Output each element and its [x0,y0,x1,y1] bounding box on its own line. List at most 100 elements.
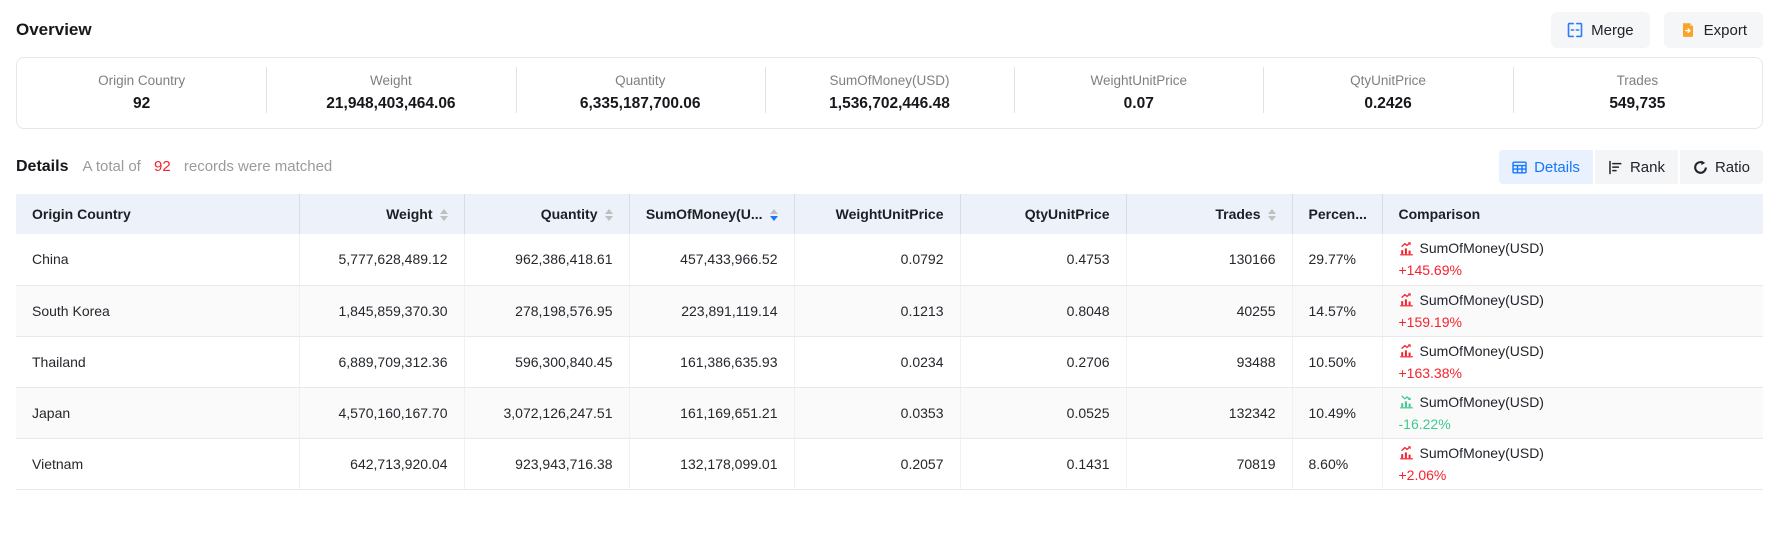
cell-percent: 10.50% [1292,336,1382,387]
cell-quantity: 278,198,576.95 [464,285,629,336]
comparison-label: SumOfMoney(USD) [1420,290,1544,310]
stat-value: 6,335,187,700.06 [524,95,757,113]
stat-value: 1,536,702,446.48 [773,95,1006,113]
merge-icon [1567,22,1583,38]
cell-weight: 4,570,160,167.70 [299,387,464,438]
cell-weight-unit-price: 0.0792 [794,234,960,285]
export-icon [1680,22,1696,38]
cell-qty-unit-price: 0.2706 [960,336,1126,387]
match-suffix: records were matched [184,158,332,175]
stat-label: Trades [1521,73,1754,88]
top-header-row: Overview Merge [16,10,1763,50]
tab-rank[interactable]: Rank [1595,150,1678,184]
column-header-percent: Percen... [1292,194,1382,234]
table-row-south-korea: South Korea1,845,859,370.30278,198,576.9… [16,285,1763,336]
stat-value: 21,948,403,464.06 [274,95,507,113]
column-header-weight[interactable]: Weight [299,194,464,234]
column-header-label: Weight [386,206,432,222]
overview-stat-weightunitprice: WeightUnitPrice0.07 [1014,71,1263,115]
view-tab-group: Details Rank Ratio [1499,150,1763,184]
cell-comparison: SumOfMoney(USD)+2.06% [1382,438,1763,489]
overview-stat-sumofmoney-usd: SumOfMoney(USD) 1,536,702,446.48 [765,71,1014,115]
cell-weight: 5,777,628,489.12 [299,234,464,285]
cell-weight: 642,713,920.04 [299,438,464,489]
column-header-trades[interactable]: Trades [1126,194,1292,234]
cell-country: Vietnam [16,438,299,489]
overview-stat-qtyunitprice: QtyUnitPrice 0.2426 [1263,71,1512,115]
comparison-metric: SumOfMoney(USD) [1399,341,1748,361]
cell-qty-unit-price: 0.8048 [960,285,1126,336]
cell-weight-unit-price: 0.0353 [794,387,960,438]
table-row-thailand: Thailand6,889,709,312.36596,300,840.4516… [16,336,1763,387]
merge-button[interactable]: Merge [1551,12,1650,48]
export-button[interactable]: Export [1664,12,1763,48]
cell-weight: 1,845,859,370.30 [299,285,464,336]
table-row-japan: Japan4,570,160,167.703,072,126,247.51161… [16,387,1763,438]
cell-comparison: SumOfMoney(USD)+163.38% [1382,336,1763,387]
chart-down-icon [1399,394,1414,409]
comparison-metric: SumOfMoney(USD) [1399,290,1748,310]
cell-weight-unit-price: 0.2057 [794,438,960,489]
cell-quantity: 3,072,126,247.51 [464,387,629,438]
cell-country: China [16,234,299,285]
cell-sum-of-money: 132,178,099.01 [629,438,794,489]
chart-up-icon [1399,241,1414,256]
column-header-label: Quantity [541,206,598,222]
cell-weight: 6,889,709,312.36 [299,336,464,387]
tab-label: Rank [1630,159,1665,176]
table-body: China5,777,628,489.12962,386,418.61457,4… [16,234,1763,489]
details-table: Origin Country Weight Quantity SumOfMoney(U… [16,194,1763,490]
column-header-quantity[interactable]: Quantity [464,194,629,234]
cell-sum-of-money: 161,386,635.93 [629,336,794,387]
cell-country: Japan [16,387,299,438]
overview-stat-quantity: Quantity6,335,187,700.06 [516,71,765,115]
cell-trades: 93488 [1126,336,1292,387]
tab-ratio[interactable]: Ratio [1680,150,1763,184]
cell-comparison: SumOfMoney(USD)-16.22% [1382,387,1763,438]
stat-label: SumOfMoney(USD) [773,73,1006,88]
cell-comparison: SumOfMoney(USD)+159.19% [1382,285,1763,336]
cell-sum-of-money: 223,891,119.14 [629,285,794,336]
overview-stats-card: Origin Country92Weight21,948,403,464.06Q… [16,57,1763,129]
comparison-change: +163.38% [1399,363,1748,383]
rank-icon [1608,160,1623,175]
column-header-label: WeightUnitPrice [836,206,944,222]
page: Overview Merge [0,0,1779,490]
stat-value: 549,735 [1521,95,1754,113]
overview-stat-trades: Trades 549,735 [1513,71,1762,115]
cell-trades: 40255 [1126,285,1292,336]
table-header-row: Origin Country Weight Quantity SumOfMoney(U… [16,194,1763,234]
stat-label: Weight [274,73,507,88]
cell-percent: 10.49% [1292,387,1382,438]
column-header-label: Origin Country [32,206,131,222]
table-row-vietnam: Vietnam642,713,920.04923,943,716.38132,1… [16,438,1763,489]
cell-quantity: 962,386,418.61 [464,234,629,285]
chart-up-icon [1399,445,1414,460]
sort-carets-icon[interactable] [440,209,448,221]
sort-carets-icon[interactable] [770,209,778,221]
sort-carets-icon[interactable] [605,209,613,221]
comparison-label: SumOfMoney(USD) [1420,341,1544,361]
column-header-label: SumOfMoney(U... [646,206,763,222]
column-header-sum-of-money[interactable]: SumOfMoney(U... [629,194,794,234]
sort-carets-icon[interactable] [1268,209,1276,221]
table-row-china: China5,777,628,489.12962,386,418.61457,4… [16,234,1763,285]
column-header-country: Origin Country [16,194,299,234]
column-header-weight-unit-price: WeightUnitPrice [794,194,960,234]
column-header-label: QtyUnitPrice [1025,206,1110,222]
stat-label: QtyUnitPrice [1271,73,1504,88]
comparison-metric: SumOfMoney(USD) [1399,443,1748,463]
comparison-metric: SumOfMoney(USD) [1399,238,1748,258]
cell-percent: 8.60% [1292,438,1382,489]
stat-value: 0.2426 [1271,95,1504,113]
cell-percent: 29.77% [1292,234,1382,285]
comparison-label: SumOfMoney(USD) [1420,392,1544,412]
comparison-metric: SumOfMoney(USD) [1399,392,1748,412]
stat-label: WeightUnitPrice [1022,73,1255,88]
match-summary: A total of 92 records were matched [82,158,332,175]
comparison-label: SumOfMoney(USD) [1420,238,1544,258]
page-title: Overview [16,20,92,40]
cell-sum-of-money: 161,169,651.21 [629,387,794,438]
tab-label: Ratio [1715,159,1750,176]
tab-details[interactable]: Details [1499,150,1593,184]
